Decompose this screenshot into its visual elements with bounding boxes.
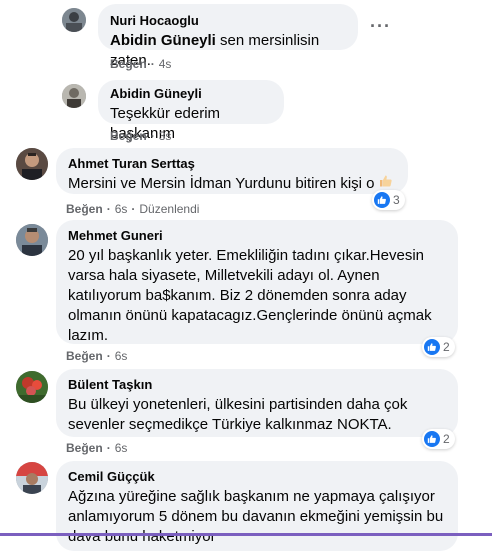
comment-bubble: Nuri Hocaoglu Abidin Güneyli sen mersinl…	[98, 4, 358, 69]
avatar-photo	[62, 84, 86, 108]
like-button[interactable]: Beğen	[110, 57, 147, 71]
separator-dot: ·	[106, 441, 111, 455]
comment-text: Bu ülkeyi yonetenleri, ülkesini partisin…	[68, 395, 446, 435]
comment-text-line: katılıyorum ba$kanım. Biz 2 dönemden son…	[68, 287, 407, 304]
like-button[interactable]: Beğen	[66, 441, 103, 455]
comment-meta: Beğen · 4s	[110, 57, 171, 71]
separator-dot: ·	[150, 57, 155, 71]
like-reaction-icon	[374, 192, 390, 208]
comment-author[interactable]: Mehmet Guneri	[68, 228, 446, 244]
separator-dot: ·	[131, 202, 136, 216]
comment-text: Ağzına yüreğine sağlık başkanım ne yapma…	[68, 487, 446, 547]
comment-meta: Beğen · 6s · Düzenlendi	[66, 202, 199, 216]
comment-author[interactable]: Nuri Hocaoglu	[110, 13, 346, 29]
avatar-photo	[16, 462, 48, 494]
comment-text: 20 yıl başkanlık yeter. Emekliliğin tadı…	[68, 246, 446, 346]
comment-text-line: lazım.	[68, 327, 109, 344]
separator-dot: ·	[150, 129, 155, 143]
comment-time[interactable]: 6s	[115, 202, 128, 216]
reaction-summary[interactable]: 2	[422, 429, 455, 449]
comment-author[interactable]: Ahmet Turan Serttaş	[68, 156, 396, 172]
comment-text: Mersini ve Mersin İdman Yurdunu bitiren …	[68, 174, 396, 194]
comment-time[interactable]: 4s	[159, 57, 172, 71]
comment-text-line: sevenler seçmedikçe Türkiye kalkınmaz NO…	[68, 416, 392, 433]
comment-text-line: Bu ülkeyi yonetenleri, ülkesini partisin…	[68, 396, 408, 413]
avatar[interactable]	[62, 8, 86, 32]
reaction-count: 3	[393, 193, 400, 207]
like-reaction-icon	[424, 339, 440, 355]
comment-author[interactable]: Cemil Güççük	[68, 469, 446, 485]
comment-meta: Beğen · 6s	[66, 441, 127, 455]
avatar-photo	[16, 371, 48, 403]
comment-bubble: Cemil Güççük Ağzına yüreğine sağlık başk…	[56, 461, 458, 551]
comment-meta: Beğen · 6s	[66, 349, 127, 363]
avatar[interactable]	[16, 371, 48, 403]
comment-text-line: Ağzına yüreğine sağlık başkanım ne yapma…	[68, 488, 435, 505]
comment-text-line: varsa hala siyasete, Milletvekili adayı …	[68, 267, 380, 284]
avatar[interactable]	[16, 224, 48, 256]
comment-bubble: Ahmet Turan Serttaş Mersini ve Mersin İd…	[56, 148, 408, 194]
avatar[interactable]	[16, 462, 48, 494]
like-reaction-icon	[424, 431, 440, 447]
mention-link[interactable]: Abidin Güneyli	[110, 32, 216, 49]
comment-author[interactable]: Abidin Güneyli	[110, 86, 272, 102]
comment-text-body: Mersini ve Mersin İdman Yurdunu bitiren …	[68, 175, 375, 192]
comment-text-line: 20 yıl başkanlık yeter. Emekliliğin tadı…	[68, 247, 425, 264]
avatar-photo	[16, 224, 48, 256]
reaction-count: 2	[443, 432, 450, 446]
like-button[interactable]: Beğen	[66, 202, 103, 216]
avatar[interactable]	[62, 84, 86, 108]
reaction-summary[interactable]: 3	[372, 190, 405, 210]
avatar-photo	[16, 148, 48, 180]
edited-label[interactable]: Düzenlendi	[139, 202, 199, 216]
separator-dot: ·	[106, 202, 111, 216]
comment-time[interactable]: 6s	[115, 349, 128, 363]
comment-text-line: anlamıyorum 5 dönem bu davanın ekmeğini …	[68, 508, 444, 525]
comment-meta: Beğen · 3s	[110, 129, 171, 143]
avatar-photo	[62, 8, 86, 32]
like-button[interactable]: Beğen	[110, 129, 147, 143]
reaction-count: 2	[443, 340, 450, 354]
avatar[interactable]	[16, 148, 48, 180]
comment-text-line: olmanın önünü kapatacagız.Gençlerinde ön…	[68, 307, 432, 324]
like-button[interactable]: Beğen	[66, 349, 103, 363]
separator-dot: ·	[106, 349, 111, 363]
comment-time[interactable]: 3s	[159, 129, 172, 143]
comment-bubble: Mehmet Guneri 20 yıl başkanlık yeter. Em…	[56, 220, 458, 344]
comment-time[interactable]: 6s	[115, 441, 128, 455]
more-options-icon[interactable]: ···	[370, 16, 391, 37]
comment-text-line: dava bunu haketmiyor	[68, 528, 216, 545]
comment-bubble: Bülent Taşkın Bu ülkeyi yonetenleri, ülk…	[56, 369, 458, 437]
reaction-summary[interactable]: 2	[422, 337, 455, 357]
comment-author[interactable]: Bülent Taşkın	[68, 377, 446, 393]
comment-bubble: Abidin Güneyli Teşekkür ederim başkanım	[98, 80, 284, 142]
